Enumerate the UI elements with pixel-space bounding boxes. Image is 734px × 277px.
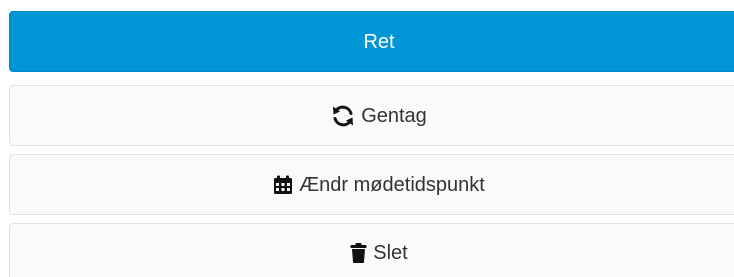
trash-icon [350,243,367,263]
delete-button-label: Slet [373,242,408,264]
edit-button[interactable]: Ret [9,11,734,72]
delete-button[interactable]: Slet [9,223,734,277]
repeat-button-label: Gentag [361,104,427,127]
calendar-icon [273,175,293,195]
edit-button-label: Ret [363,30,395,53]
action-button-stack: Ret Gentag Ændr mødetidspunkt Slet [0,0,734,277]
refresh-icon [331,105,355,127]
repeat-button[interactable]: Gentag [9,85,734,146]
change-meeting-time-button[interactable]: Ændr mødetidspunkt [9,154,734,215]
change-meeting-time-button-label: Ændr mødetidspunkt [299,173,485,196]
